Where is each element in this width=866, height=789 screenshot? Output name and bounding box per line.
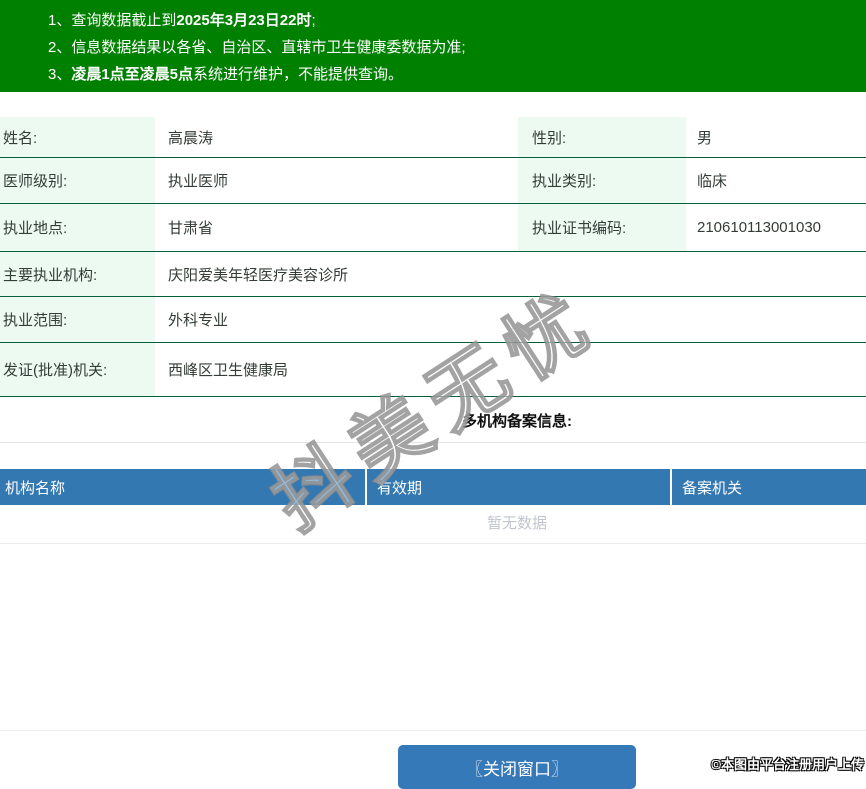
notice-line-2: 2、信息数据结果以各省、自治区、直辖市卫生健康委数据为准; xyxy=(48,34,866,61)
notice-bold: 2025年3月23日22时 xyxy=(176,12,312,29)
info-label: 性别: xyxy=(518,117,686,157)
info-label: 执业地点: xyxy=(0,204,155,251)
info-value: 甘肃省 xyxy=(168,220,214,237)
notice-banner: 1、查询数据截止到2025年3月23日22时; 2、信息数据结果以各省、自治区、… xyxy=(0,0,866,92)
info-label: 姓名: xyxy=(0,117,155,157)
info-label: 执业范围: xyxy=(0,297,155,342)
corner-watermark: ©本图由平台注册用户上传 xyxy=(711,757,864,772)
filing-column-header: 备案机关 xyxy=(670,469,866,505)
info-value: 210610113001030 xyxy=(697,219,822,236)
info-value: 临床 xyxy=(697,173,728,190)
info-row: 医师级别: 执业医师 执业类别: 临床 xyxy=(0,158,866,204)
notice-num: 3、 xyxy=(48,66,72,83)
page: 1、查询数据截止到2025年3月23日22时; 2、信息数据结果以各省、自治区、… xyxy=(0,0,866,789)
notice-num: 1、 xyxy=(48,12,72,29)
close-window-button[interactable]: 〖关闭窗口〗 xyxy=(398,745,636,789)
info-label: 执业类别: xyxy=(518,158,686,203)
notice-line-1: 1、查询数据截止到2025年3月23日22时; xyxy=(48,7,866,34)
info-row: 执业地点: 甘肃省 执业证书编码: 210610113001030 xyxy=(0,204,866,252)
notice-num: 2、 xyxy=(48,39,72,56)
info-label: 发证(批准)机关: xyxy=(0,343,155,396)
info-row: 姓名: 高晨涛 性别: 男 xyxy=(0,117,866,158)
filing-column-header: 机构名称 xyxy=(5,479,66,497)
info-label: 主要执业机构: xyxy=(0,252,155,296)
info-value: 外科专业 xyxy=(168,312,229,329)
info-value: 执业医师 xyxy=(168,173,229,190)
notice-line-3: 3、凌晨1点至凌晨5点系统进行维护，不能提供查询。 xyxy=(48,61,866,88)
filing-table-header: 机构名称 有效期 备案机关 xyxy=(0,469,866,505)
info-value: 庆阳爱美年轻医疗美容诊所 xyxy=(168,266,349,284)
info-row: 主要执业机构: 庆阳爱美年轻医疗美容诊所 xyxy=(0,252,866,297)
notice-text: 系统进行维护，不能提供查询。 xyxy=(193,66,404,83)
bottom-divider xyxy=(0,544,866,731)
info-row: 发证(批准)机关: 西峰区卫生健康局 xyxy=(0,343,866,397)
info-value: 西峰区卫生健康局 xyxy=(168,362,289,379)
info-value: 高晨涛 xyxy=(168,129,214,147)
filing-section-title: 多机构备案信息: xyxy=(0,397,866,443)
notice-text: 信息数据结果以各省、自治区、直辖市卫生健康委数据为准; xyxy=(71,39,466,56)
notice-text: 查询数据截止到 xyxy=(71,12,177,29)
filing-empty-text: 暂无数据 xyxy=(0,505,866,544)
info-table: 姓名: 高晨涛 性别: 男医师级别: 执业医师 执业类别: 临床执业地点: 甘肃省 执业证书编码… xyxy=(0,117,866,397)
notice-text: ; xyxy=(311,12,316,29)
filing-column-header: 有效期 xyxy=(365,469,670,505)
info-value: 男 xyxy=(697,129,713,147)
info-label: 医师级别: xyxy=(0,158,155,203)
info-label: 执业证书编码: xyxy=(518,204,686,251)
info-row: 执业范围: 外科专业 xyxy=(0,297,866,343)
notice-bold: 凌晨1点至凌晨5点 xyxy=(71,66,194,83)
